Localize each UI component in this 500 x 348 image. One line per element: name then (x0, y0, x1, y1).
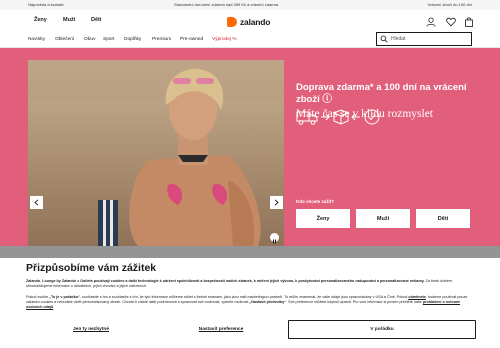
gender-tab-women[interactable]: Ženy (34, 17, 47, 23)
lounge-link[interactable]: Lounge by Zalando (42, 279, 76, 283)
category-sale[interactable]: Výprodej % (212, 37, 237, 42)
user-icon[interactable] (426, 17, 436, 27)
cookie-settings-button[interactable]: Nastavit preference (156, 320, 286, 339)
search-input[interactable]: Hledat (376, 32, 472, 46)
shipping-info[interactable]: Standardní doručení zdarma nad 399 Kč a … (174, 0, 278, 10)
hero-photo[interactable] (28, 60, 284, 246)
gender-tab-kids[interactable]: Děti (91, 17, 101, 23)
cookie-paragraph-2: Pokud zvolíte „To je v pořádku“, souhlas… (26, 295, 468, 309)
search-icon (380, 35, 388, 43)
pause-icon (273, 239, 276, 244)
category-obleceni[interactable]: Oblečení (55, 37, 74, 42)
logo-mark-icon (227, 16, 237, 27)
category-pre-owned[interactable]: Pre-owned (180, 37, 203, 42)
bag-icon[interactable] (464, 17, 474, 27)
heart-icon[interactable] (446, 17, 456, 27)
choose-label: Kdo chcete zažít? (296, 199, 335, 204)
category-doplnky[interactable]: Doplňky (124, 37, 141, 42)
main-header: Ženy Muži Děti zalando (0, 10, 500, 34)
carousel-pause-button[interactable] (270, 233, 279, 244)
zalando-logo[interactable]: zalando (227, 15, 270, 28)
category-premium[interactable]: Premium (152, 37, 171, 42)
category-novinky[interactable]: Novinky (28, 37, 45, 42)
category-obuv[interactable]: Obuv (84, 37, 95, 42)
modal-overlay (0, 246, 500, 258)
chevron-right-icon (274, 199, 279, 206)
gender-tab-men[interactable]: Muži (63, 17, 75, 23)
choose-women-button[interactable]: Ženy (296, 209, 350, 228)
outlets-link[interactable]: Outlets (80, 279, 93, 283)
cookie-title: Přizpůsobíme vám zážitek (26, 262, 157, 274)
choose-kids-button[interactable]: Děti (416, 209, 470, 228)
accept-cookies-button[interactable]: V pořádku (288, 320, 476, 339)
cookie-consent-dialog: Přizpůsobíme vám zážitek Zalando, Lounge… (0, 258, 500, 348)
reject-cookies-button[interactable]: Jen ty nezbytné (26, 320, 156, 339)
help-link[interactable]: Nápověda a kontakt (28, 0, 64, 10)
choose-men-button[interactable]: Muži (356, 209, 410, 228)
zalando-link[interactable]: Zalando (26, 279, 40, 283)
category-sport[interactable]: Sport (103, 37, 114, 42)
search-placeholder: Hledat (391, 36, 406, 42)
reject-link[interactable]: odmítnete (408, 295, 426, 299)
chevron-left-icon (34, 199, 39, 206)
promo-subtitle: Máte čas se v klidu rozmyslet (296, 108, 434, 120)
carousel-prev-button[interactable] (30, 196, 43, 209)
logo-text: zalando (240, 16, 271, 27)
hero-banner: Doprava zdarma* a 100 dní na vrácení zbo… (0, 48, 500, 246)
cookie-paragraph-1: Zalando, Lounge by Zalando a Outlets pou… (26, 279, 453, 288)
top-info-bar: Nápověda a kontakt Standardní doručení z… (0, 0, 500, 10)
carousel-next-button[interactable] (270, 196, 283, 209)
promo-title[interactable]: Doprava zdarma* a 100 dní na vrácení zbo… (296, 82, 476, 106)
returns-info[interactable]: Vrácení zboží do 100 dní (428, 0, 472, 10)
